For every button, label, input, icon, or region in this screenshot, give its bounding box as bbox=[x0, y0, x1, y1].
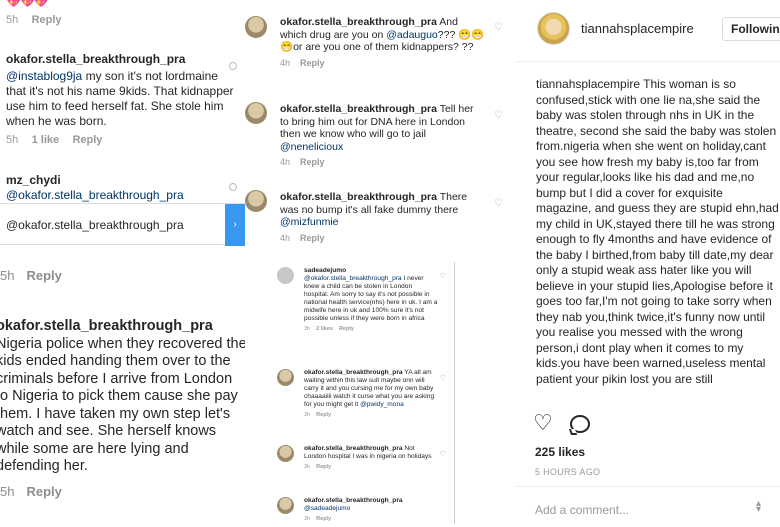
comment-time: 5h bbox=[6, 134, 19, 146]
more-options-icon[interactable]: ▴ ▾ bbox=[756, 499, 761, 515]
post-header: tiannahsplacempire Following bbox=[515, 0, 780, 62]
avatar[interactable] bbox=[277, 267, 294, 284]
mention-link[interactable]: @pwidy_mona bbox=[360, 401, 404, 408]
comment-text: Nigeria police when they recovered the k… bbox=[0, 335, 245, 475]
reply-input[interactable]: @okafor.stella_breakthrough_pra › bbox=[0, 203, 245, 246]
comments-panel-left: 💖💖💖 5h Reply okafor.stella_breakthrough_… bbox=[0, 0, 245, 527]
like-heart-icon[interactable]: ♡ bbox=[494, 22, 503, 33]
like-heart-icon[interactable]: ♡ bbox=[494, 198, 503, 209]
reply-button[interactable]: Reply bbox=[300, 157, 325, 167]
reply-icon[interactable] bbox=[229, 62, 237, 70]
avatar[interactable] bbox=[277, 369, 294, 386]
like-heart-icon[interactable]: ♡ bbox=[494, 110, 503, 121]
caption-text: This woman is so confused,stick with one… bbox=[536, 77, 779, 386]
like-heart-icon[interactable]: ♡ bbox=[440, 272, 446, 280]
mention-link[interactable]: @okafor.stella_breakthrough_pra bbox=[304, 275, 402, 282]
comment-username[interactable]: okafor.stella_breakthrough_pra bbox=[304, 497, 403, 504]
reply-button[interactable]: Reply bbox=[26, 268, 61, 283]
profile-avatar[interactable] bbox=[537, 12, 570, 45]
comment-username[interactable]: mz_chydi bbox=[6, 173, 239, 188]
mention-link[interactable]: @instablog9ja bbox=[6, 69, 82, 83]
comment-username[interactable]: okafor.stella_breakthrough_pra bbox=[280, 191, 437, 203]
like-heart-icon[interactable]: ♡ bbox=[533, 412, 553, 434]
comment-time: 3h bbox=[304, 412, 311, 418]
reply-button[interactable]: Reply bbox=[316, 412, 331, 418]
reply-button[interactable]: Reply bbox=[72, 134, 102, 146]
comment-meta: 5h Reply bbox=[0, 484, 62, 499]
comment-username[interactable]: sadeadejumo bbox=[304, 267, 346, 274]
mention-link[interactable]: @nenelicioux bbox=[280, 141, 343, 153]
comment-username[interactable]: okafor.stella_breakthrough_pra bbox=[304, 369, 403, 376]
comment-input[interactable]: Add a comment... bbox=[535, 503, 629, 517]
comment-time: 3h bbox=[304, 326, 311, 332]
avatar[interactable] bbox=[277, 445, 294, 462]
comment-username[interactable]: okafor.stella_breakthrough_pra bbox=[280, 16, 437, 28]
profile-username[interactable]: tiannahsplacempire bbox=[581, 21, 694, 36]
avatar[interactable] bbox=[245, 102, 267, 124]
reply-button[interactable]: Reply bbox=[339, 326, 354, 332]
comment-username[interactable]: okafor.stella_breakthrough_pra bbox=[280, 103, 437, 115]
reply-button[interactable]: Reply bbox=[300, 58, 325, 68]
comment-input-bar[interactable]: Add a comment... ▴ ▾ bbox=[515, 486, 780, 527]
comment-time: 4h bbox=[280, 232, 291, 243]
comment-time: 3h bbox=[304, 516, 311, 522]
comment-time: 3h bbox=[304, 464, 311, 470]
avatar[interactable] bbox=[245, 16, 267, 38]
comment-time: 5h bbox=[0, 484, 15, 499]
reply-input-value[interactable]: @okafor.stella_breakthrough_pra bbox=[6, 218, 184, 232]
comment-time: 5h bbox=[0, 268, 15, 283]
comment-username[interactable]: okafor.stella_breakthrough_pra bbox=[304, 445, 403, 452]
comment-username[interactable]: okafor.stella_breakthrough_pra bbox=[0, 318, 213, 334]
comment-username[interactable]: okafor.stella_breakthrough_pra bbox=[6, 52, 239, 67]
reply-button[interactable]: Reply bbox=[316, 516, 331, 522]
mention-link[interactable]: @adauguo bbox=[386, 29, 438, 41]
comment: mz_chydi @okafor.stella_breakthrough_pra bbox=[6, 173, 239, 203]
likes-count[interactable]: 1 like bbox=[32, 134, 60, 146]
likes-count[interactable]: 225 likes bbox=[535, 445, 585, 459]
like-heart-icon[interactable]: ♡ bbox=[440, 374, 446, 382]
embedded-comments-screenshot: sadeadejumo @okafor.stella_breakthrough_… bbox=[272, 262, 455, 524]
mention-link[interactable]: @okafor.stella_breakthrough_pra bbox=[6, 188, 239, 203]
caption-username[interactable]: tiannahsplacempire bbox=[536, 77, 640, 91]
post-panel: tiannahsplacempire Following tiannahspla… bbox=[515, 0, 780, 527]
reply-button[interactable]: Reply bbox=[26, 484, 61, 499]
likes-count[interactable]: 2 likes bbox=[316, 326, 333, 332]
comment-text: I never knew a child can be stolen in Lo… bbox=[304, 275, 438, 322]
send-button[interactable]: › bbox=[225, 204, 245, 246]
reply-icon[interactable] bbox=[229, 183, 237, 191]
reply-button[interactable]: Reply bbox=[32, 14, 62, 26]
input-meta: 5h Reply bbox=[0, 268, 62, 283]
comments-panel-middle: okafor.stella_breakthrough_pra And which… bbox=[245, 0, 515, 527]
reply-button[interactable]: Reply bbox=[316, 464, 331, 470]
comment: okafor.stella_breakthrough_pra Nigeria p… bbox=[0, 318, 245, 476]
top-comment-meta: 5h Reply bbox=[6, 12, 239, 28]
comment-time: 4h bbox=[280, 157, 291, 167]
avatar[interactable] bbox=[245, 190, 267, 212]
mention-link[interactable]: @mizfunmie bbox=[280, 216, 339, 228]
heart-emojis: 💖💖💖 bbox=[6, 0, 49, 8]
comment-time: 5h bbox=[6, 14, 19, 26]
following-button[interactable]: Following bbox=[722, 17, 780, 41]
comment: okafor.stella_breakthrough_pra @instablo… bbox=[6, 52, 239, 148]
avatar[interactable] bbox=[277, 497, 294, 514]
reply-button[interactable]: Reply bbox=[300, 233, 325, 243]
mention-link[interactable]: @sadeadejumo bbox=[304, 505, 350, 512]
post-time: 5 HOURS AGO bbox=[535, 467, 601, 477]
comment-time: 4h bbox=[280, 57, 291, 68]
post-caption: tiannahsplacempire This woman is so conf… bbox=[536, 77, 779, 403]
like-heart-icon[interactable]: ♡ bbox=[440, 450, 446, 458]
